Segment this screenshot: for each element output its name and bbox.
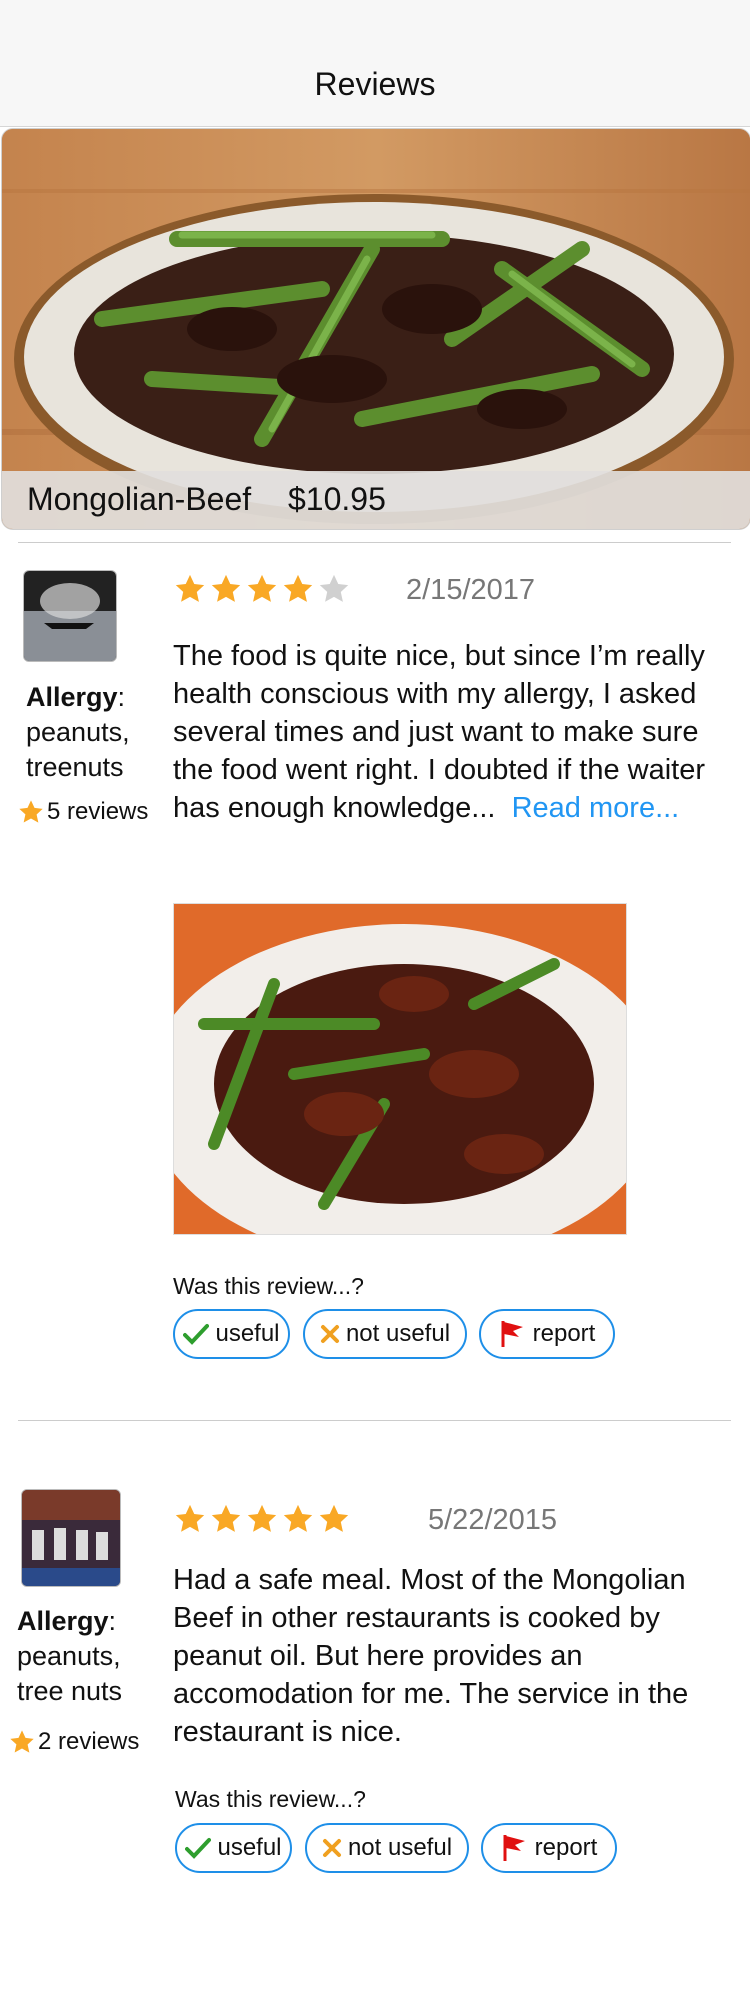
- dish-price: $10.95: [288, 481, 386, 517]
- x-icon: [322, 1839, 341, 1857]
- rating-stars: [173, 1502, 351, 1536]
- not-useful-label: not useful: [345, 1320, 451, 1347]
- x-icon: [320, 1325, 339, 1343]
- allergy-item: peanuts,: [17, 1641, 121, 1671]
- review-body: Had a safe meal. Most of the Mongolian B…: [173, 1564, 689, 1748]
- report-button[interactable]: report: [481, 1823, 617, 1873]
- useful-label: useful: [217, 1834, 282, 1861]
- report-label: report: [532, 1320, 596, 1347]
- nav-bar: Reviews: [0, 0, 750, 127]
- allergy-label: Allergy: [17, 1606, 109, 1636]
- allergy-info: Allergy: peanuts, tree nuts: [17, 1604, 122, 1709]
- allergy-item: tree nuts: [17, 1676, 123, 1706]
- review-text: The food is quite nice, but since I’m re…: [173, 637, 718, 827]
- review-text: Had a safe meal. Most of the Mongolian B…: [173, 1561, 718, 1751]
- report-label: report: [534, 1834, 598, 1861]
- reviewer-avatar[interactable]: [21, 1489, 121, 1587]
- read-more-link[interactable]: Read more...: [512, 792, 680, 824]
- review-date: 2/15/2017: [406, 574, 536, 606]
- helpfulness-question: Was this review...?: [175, 1786, 366, 1812]
- not-useful-label: not useful: [347, 1834, 453, 1861]
- review-date: 5/22/2015: [428, 1504, 558, 1536]
- star-icon: [283, 1504, 313, 1532]
- checkmark-icon: [185, 1838, 212, 1859]
- dish-hero-photo: Mongolian-Beef $10.95: [1, 128, 750, 530]
- report-button[interactable]: report: [479, 1309, 615, 1359]
- reviewer-review-count[interactable]: 5 reviews: [17, 798, 148, 826]
- star-icon: [319, 1504, 349, 1532]
- star-icon: [175, 574, 205, 602]
- reviewer-review-count[interactable]: 2 reviews: [8, 1728, 139, 1756]
- page-title: Reviews: [314, 66, 436, 102]
- avatar-photo: [24, 571, 116, 661]
- star-icon: [19, 800, 43, 823]
- useful-button[interactable]: useful: [173, 1309, 290, 1359]
- allergy-item: peanuts,: [26, 717, 130, 747]
- avatar-photo: [22, 1490, 120, 1586]
- allergy-info: Allergy: peanuts, treenuts: [26, 680, 130, 785]
- review-photo-illustration: [174, 904, 626, 1234]
- allergy-label: Allergy: [26, 682, 118, 712]
- checkmark-icon: [183, 1324, 210, 1345]
- star-icon: [247, 574, 277, 602]
- flag-icon: [503, 1835, 525, 1861]
- review-count-label: 2 reviews: [38, 1728, 140, 1755]
- rating-stars: [173, 572, 351, 606]
- helpfulness-question: Was this review...?: [173, 1273, 364, 1299]
- review-count-label: 5 reviews: [47, 798, 149, 825]
- review-photo[interactable]: [173, 903, 627, 1235]
- divider: [18, 542, 731, 543]
- reviewer-avatar[interactable]: [23, 570, 117, 662]
- star-icon: [175, 1504, 205, 1532]
- useful-button[interactable]: useful: [175, 1823, 292, 1873]
- star-icon: [319, 574, 349, 602]
- useful-label: useful: [215, 1320, 280, 1347]
- star-icon: [10, 1730, 34, 1753]
- star-icon: [211, 1504, 241, 1532]
- flag-icon: [501, 1321, 523, 1347]
- dish-caption-bar: Mongolian-Beef $10.95: [2, 471, 750, 529]
- star-icon: [211, 574, 241, 602]
- not-useful-button[interactable]: not useful: [305, 1823, 469, 1873]
- allergy-item: treenuts: [26, 752, 124, 782]
- not-useful-button[interactable]: not useful: [303, 1309, 467, 1359]
- divider: [18, 1420, 731, 1421]
- star-icon: [283, 574, 313, 602]
- dish-photo-illustration: [2, 129, 750, 529]
- star-icon: [247, 1504, 277, 1532]
- dish-name: Mongolian-Beef: [27, 481, 252, 517]
